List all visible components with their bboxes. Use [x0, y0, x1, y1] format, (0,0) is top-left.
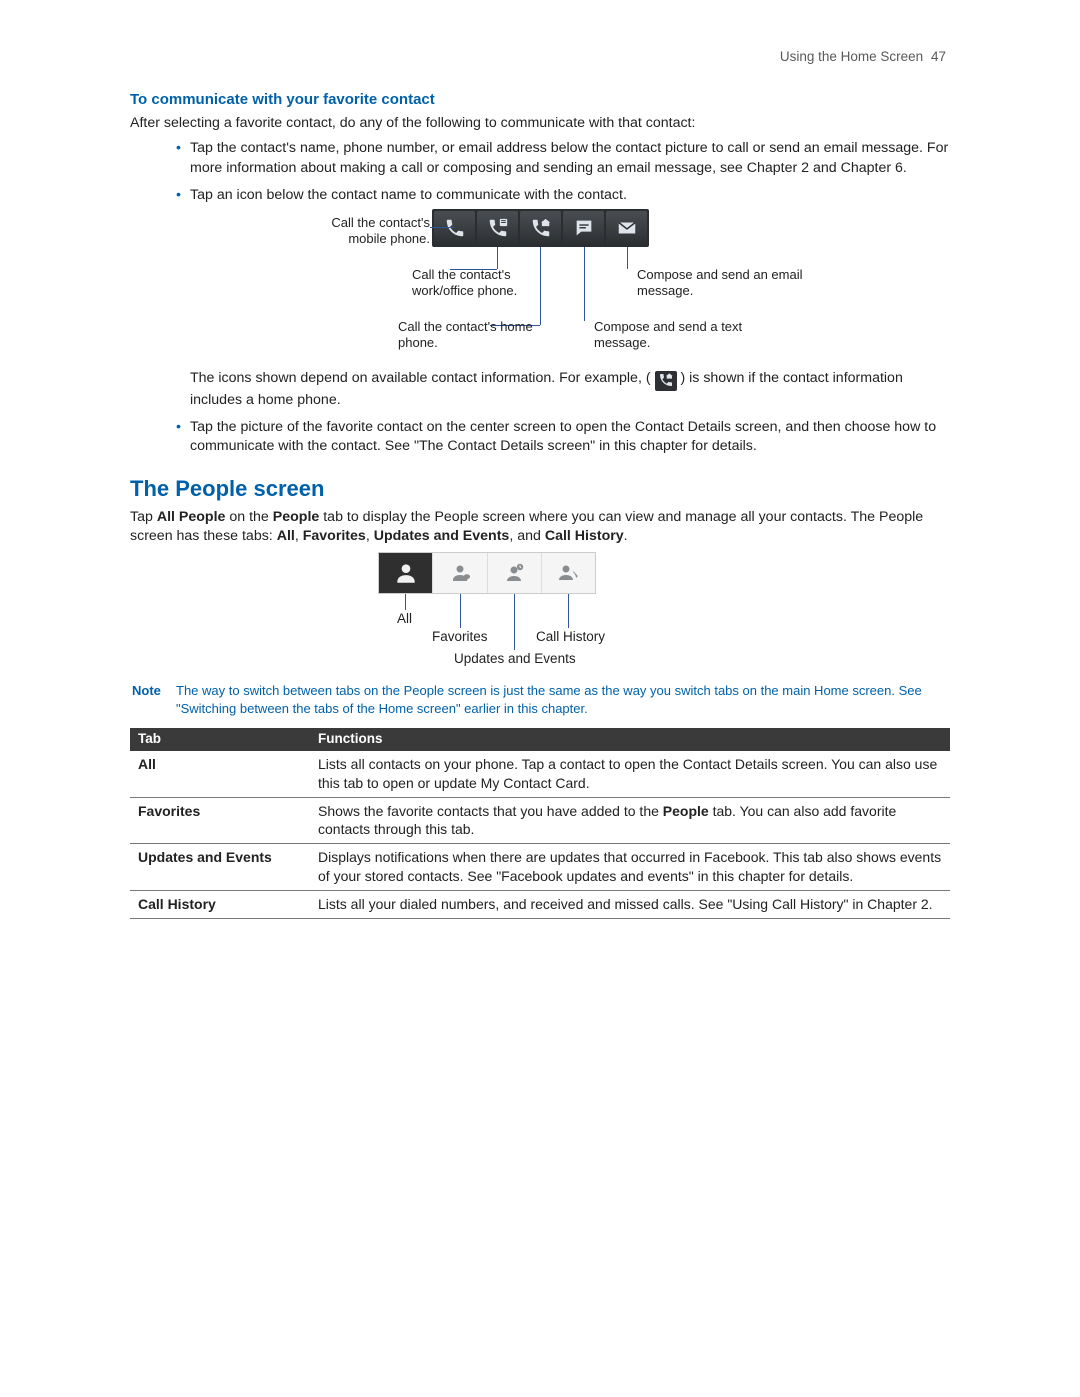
t: .: [624, 528, 628, 544]
t: All People: [157, 509, 226, 525]
lead-line: [568, 594, 569, 628]
t: on the: [225, 509, 272, 525]
cell-tab: Favorites: [130, 797, 310, 844]
lead-line: [430, 227, 454, 228]
t: ,: [295, 528, 303, 544]
icon-strip: [432, 209, 649, 247]
th-tab: Tab: [130, 728, 310, 751]
home-phone-inline-icon: [655, 371, 677, 391]
lead-line: [540, 247, 541, 325]
label-sms: Compose and send a text message.: [594, 319, 774, 352]
label-tab-all: All: [397, 610, 412, 628]
table-row: All Lists all contacts on your phone. Ta…: [130, 751, 950, 797]
tab-strip: [378, 552, 596, 594]
bullet-list: Tap the contact's name, phone number, or…: [130, 139, 950, 456]
cell-fn: Lists all contacts on your phone. Tap a …: [310, 751, 950, 797]
t: Tap: [130, 509, 157, 525]
table-row: Updates and Events Displays notification…: [130, 844, 950, 891]
lead-line: [584, 247, 585, 321]
label-tab-updates: Updates and Events: [454, 650, 576, 668]
t: Call History: [545, 528, 624, 544]
table-row: Call History Lists all your dialed numbe…: [130, 891, 950, 919]
t: Shows the favorite contacts that you hav…: [318, 803, 663, 819]
cell-tab: Updates and Events: [130, 844, 310, 891]
lead-line: [460, 594, 461, 628]
cell-fn: Shows the favorite contacts that you hav…: [310, 797, 950, 844]
people-intro: Tap All People on the People tab to disp…: [130, 508, 950, 546]
people-tabs-diagram: All Favorites Updates and Events Call Hi…: [130, 552, 950, 672]
lead-line: [514, 594, 515, 650]
tab-callhistory-icon: [541, 553, 595, 593]
t: Updates and Events: [374, 528, 510, 544]
running-title: Using the Home Screen: [780, 49, 923, 64]
label-tab-callhist: Call History: [536, 628, 605, 646]
section-heading-people: The People screen: [130, 474, 950, 504]
call-mobile-icon: [434, 211, 475, 245]
cell-fn: Lists all your dialed numbers, and recei…: [310, 891, 950, 919]
t: All: [277, 528, 295, 544]
label-email: Compose and send an email message.: [637, 267, 817, 300]
after-diagram-text: The icons shown depend on available cont…: [190, 369, 950, 410]
tab-updates-icon: [487, 553, 541, 593]
contact-icons-diagram: Call the contact's mobile phone. Call th…: [190, 209, 950, 359]
page-number: 47: [931, 49, 946, 64]
document-page: Using the Home Screen 47 To communicate …: [0, 0, 1080, 1397]
sms-icon: [563, 211, 604, 245]
t: ,: [366, 528, 374, 544]
t: People: [273, 509, 320, 525]
table-row: Favorites Shows the favorite contacts th…: [130, 797, 950, 844]
t: Favorites: [303, 528, 366, 544]
cell-tab: Call History: [130, 891, 310, 919]
t: People: [663, 803, 709, 819]
t: , and: [509, 528, 545, 544]
tab-all-icon: [379, 553, 432, 593]
lead-line: [497, 247, 498, 269]
running-header: Using the Home Screen 47: [780, 48, 946, 66]
lead-line: [405, 594, 406, 610]
cell-tab: All: [130, 751, 310, 797]
lead-line: [627, 247, 628, 269]
bullet-3: Tap the picture of the favorite contact …: [176, 418, 950, 456]
call-work-icon: [477, 211, 518, 245]
intro-text: After selecting a favorite contact, do a…: [130, 114, 950, 133]
bullet-1: Tap the contact's name, phone number, or…: [176, 139, 950, 177]
after1a: The icons shown depend on available cont…: [190, 370, 651, 386]
cell-fn: Displays notifications when there are up…: [310, 844, 950, 891]
subheading-communicate: To communicate with your favorite contac…: [130, 90, 950, 110]
call-home-icon: [520, 211, 561, 245]
bullet-2: Tap an icon below the contact name to co…: [176, 186, 950, 410]
th-functions: Functions: [310, 728, 950, 751]
note-text: The way to switch between tabs on the Pe…: [176, 682, 950, 717]
email-icon: [606, 211, 647, 245]
label-home: Call the contact's home phone.: [398, 319, 548, 352]
note-row: Note The way to switch between tabs on t…: [130, 682, 950, 717]
functions-table: Tab Functions All Lists all contacts on …: [130, 728, 950, 919]
tab-favorites-icon: [432, 553, 486, 593]
bullet-2-text: Tap an icon below the contact name to co…: [190, 187, 627, 203]
note-label: Note: [130, 682, 176, 717]
label-mobile: Call the contact's mobile phone.: [290, 215, 430, 248]
label-tab-favorites: Favorites: [432, 628, 488, 646]
